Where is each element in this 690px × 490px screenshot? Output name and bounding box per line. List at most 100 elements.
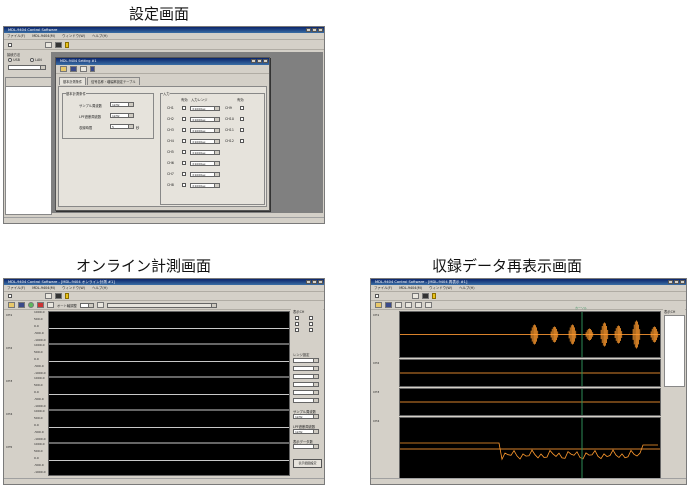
channel-range-select[interactable]: ±1000µε bbox=[190, 182, 220, 188]
minimize-button[interactable] bbox=[306, 28, 311, 32]
write-icon[interactable] bbox=[90, 66, 95, 72]
channel-enable-checkbox[interactable] bbox=[182, 150, 186, 154]
online-sample-freq-select[interactable]: 1kHz bbox=[293, 414, 319, 419]
export-icon[interactable] bbox=[80, 66, 87, 72]
usb-option[interactable]: USB bbox=[8, 58, 20, 62]
open-icon[interactable] bbox=[60, 66, 67, 72]
online-grid-icon[interactable] bbox=[96, 302, 104, 308]
playback-display-checkbox[interactable] bbox=[375, 294, 379, 298]
auto-axis-select[interactable] bbox=[79, 302, 94, 308]
online-monitor-icon[interactable] bbox=[55, 293, 62, 299]
playback-menu-file[interactable]: ファイル(F) bbox=[374, 286, 392, 290]
playback-lightning-icon[interactable] bbox=[432, 293, 436, 299]
channel-enable-checkbox[interactable] bbox=[182, 172, 186, 176]
sub-minimize-button[interactable] bbox=[251, 59, 256, 63]
playback-minimize-button[interactable] bbox=[668, 280, 673, 284]
menu-window[interactable]: ウィンドウ(W) bbox=[62, 34, 85, 38]
channel-range-select[interactable]: ±1000µε bbox=[190, 171, 220, 177]
online-plot-panel[interactable] bbox=[48, 344, 290, 377]
zoom-in-icon[interactable] bbox=[395, 302, 402, 308]
channel-enable-checkbox[interactable] bbox=[240, 139, 244, 143]
online-maximize-button[interactable] bbox=[312, 280, 317, 284]
stop-icon[interactable] bbox=[37, 302, 44, 308]
lpf-freq-select[interactable]: 1kHz bbox=[110, 113, 134, 118]
channel-range-select[interactable]: ±1000µε bbox=[190, 160, 220, 166]
channel-enable-checkbox[interactable] bbox=[182, 161, 186, 165]
display-ch-checkbox[interactable] bbox=[295, 316, 299, 320]
record-time-input[interactable]: 5 bbox=[110, 124, 134, 129]
display-checkbox[interactable] bbox=[8, 42, 12, 47]
zoom-out-icon[interactable] bbox=[405, 302, 412, 308]
online-display-checkbox[interactable] bbox=[8, 294, 12, 298]
maximize-button[interactable] bbox=[312, 28, 317, 32]
channel-range-select[interactable]: ±1000µε bbox=[190, 127, 220, 133]
range-select[interactable] bbox=[293, 374, 319, 379]
range-select[interactable] bbox=[293, 366, 319, 371]
sub-close-button[interactable] bbox=[263, 59, 268, 63]
lightning-icon[interactable] bbox=[65, 41, 69, 48]
online-menu-file[interactable]: ファイル(F) bbox=[7, 286, 25, 290]
menu-help[interactable]: ヘルプ(H) bbox=[92, 34, 107, 38]
online-save-icon[interactable] bbox=[18, 302, 25, 308]
channel-enable-checkbox[interactable] bbox=[182, 117, 186, 121]
online-menu-window[interactable]: ウィンドウ(W) bbox=[62, 286, 85, 290]
range-select[interactable] bbox=[293, 390, 319, 395]
display-ch-checkbox[interactable] bbox=[309, 328, 313, 332]
playback-monitor-icon[interactable] bbox=[422, 293, 429, 299]
range-select[interactable] bbox=[293, 398, 319, 403]
playback-plot-panel[interactable] bbox=[399, 388, 661, 416]
cursor-icon[interactable] bbox=[425, 302, 432, 308]
fit-icon[interactable] bbox=[415, 302, 422, 308]
online-plot-panel[interactable] bbox=[48, 410, 290, 443]
playback-ch-list[interactable] bbox=[664, 315, 685, 387]
online-menu-help[interactable]: ヘルプ(H) bbox=[92, 286, 107, 290]
online-close-button[interactable] bbox=[318, 280, 323, 284]
online-plot-panel[interactable] bbox=[48, 377, 290, 410]
channel-enable-checkbox[interactable] bbox=[182, 106, 186, 110]
playback-close-button[interactable] bbox=[680, 280, 685, 284]
channel-enable-checkbox[interactable] bbox=[182, 128, 186, 132]
display-ch-checkbox[interactable] bbox=[309, 322, 313, 326]
playback-menu-help[interactable]: ヘルプ(H) bbox=[459, 286, 474, 290]
channel-enable-checkbox[interactable] bbox=[240, 128, 244, 132]
start-icon[interactable] bbox=[28, 302, 34, 308]
channel-enable-checkbox[interactable] bbox=[240, 117, 244, 121]
playback-maximize-button[interactable] bbox=[674, 280, 679, 284]
menu-device[interactable]: MDL-9404(M) bbox=[32, 34, 55, 38]
channel-enable-checkbox[interactable] bbox=[182, 139, 186, 143]
online-plot-panel[interactable] bbox=[48, 443, 290, 476]
channel-range-select[interactable]: ±1000µε bbox=[190, 105, 220, 111]
online-menu-device[interactable]: MDL-9404(M) bbox=[32, 286, 55, 290]
playback-plot-panel[interactable] bbox=[399, 311, 661, 358]
connection-combo[interactable] bbox=[8, 65, 46, 70]
range-select[interactable] bbox=[293, 358, 319, 363]
channel-enable-checkbox[interactable] bbox=[182, 183, 186, 187]
display-data-count-input[interactable] bbox=[293, 444, 319, 449]
display-ch-checkbox[interactable] bbox=[295, 328, 299, 332]
sample-freq-select[interactable]: 1kHz bbox=[110, 102, 134, 107]
display-ch-checkbox[interactable] bbox=[295, 322, 299, 326]
playback-save-icon[interactable] bbox=[385, 302, 392, 308]
online-open-icon[interactable] bbox=[8, 302, 15, 308]
toolbar-button-1[interactable] bbox=[45, 41, 52, 48]
online-minimize-button[interactable] bbox=[306, 280, 311, 284]
display-ch-checkbox[interactable] bbox=[309, 316, 313, 320]
save-icon[interactable] bbox=[70, 66, 77, 72]
channel-enable-checkbox[interactable] bbox=[240, 106, 244, 110]
device-tree[interactable] bbox=[5, 86, 52, 215]
playback-open-icon[interactable] bbox=[375, 302, 382, 308]
tab-signal-table[interactable]: 信号名称・増幅率設定テーブル bbox=[87, 77, 140, 85]
channel-range-select[interactable]: ±1000µε bbox=[190, 149, 220, 155]
tab-basic-conditions[interactable]: 基本計測条件 bbox=[59, 77, 87, 85]
playback-menu-device[interactable]: MDL-9404(M) bbox=[399, 286, 422, 290]
monitor-icon[interactable] bbox=[55, 41, 62, 48]
lan-option[interactable]: LAN bbox=[30, 58, 42, 62]
sub-maximize-button[interactable] bbox=[257, 59, 262, 63]
playback-toolbar-button-1[interactable] bbox=[412, 293, 419, 299]
refresh-icon[interactable] bbox=[47, 302, 54, 308]
range-select[interactable] bbox=[293, 382, 319, 387]
display-range-button[interactable]: 表示範囲設定 bbox=[293, 459, 322, 468]
playback-menu-window[interactable]: ウィンドウ(W) bbox=[429, 286, 452, 290]
close-button[interactable] bbox=[318, 28, 323, 32]
online-plot-panel[interactable] bbox=[48, 311, 290, 344]
